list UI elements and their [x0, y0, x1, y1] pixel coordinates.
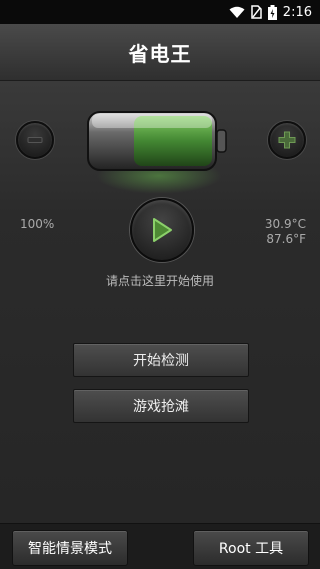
smart-mode-button[interactable]: 智能情景模式	[12, 530, 128, 566]
minus-icon	[27, 137, 43, 143]
app-title: 省电王	[128, 41, 192, 66]
play-icon	[153, 218, 172, 242]
bottom-bar: 智能情景模式 Root 工具	[0, 523, 320, 569]
wifi-icon	[229, 6, 245, 18]
plus-icon	[278, 131, 296, 149]
start-play-button[interactable]	[130, 198, 194, 262]
root-tools-button[interactable]: Root 工具	[193, 530, 309, 566]
battery-percent: 100%	[20, 217, 55, 231]
no-sim-icon	[251, 5, 262, 19]
temperature-celsius: 30.9°C	[264, 217, 306, 231]
game-rush-button[interactable]: 游戏抢滩	[73, 389, 249, 423]
battery-graphic-icon	[87, 111, 227, 171]
decrease-button[interactable]	[16, 121, 54, 159]
start-hint: 请点击这里开始使用	[105, 274, 214, 288]
increase-button[interactable]	[268, 121, 306, 159]
title-bar: 省电王	[0, 24, 320, 81]
status-bar: 2:16	[0, 0, 320, 24]
temperature-readout: 30.9°C 87.6°F	[265, 217, 306, 247]
status-time: 2:16	[282, 4, 312, 20]
start-check-button[interactable]: 开始检测	[73, 343, 249, 377]
battery-charging-icon	[267, 4, 277, 20]
temperature-fahrenheit: 87.6°F	[266, 232, 306, 246]
